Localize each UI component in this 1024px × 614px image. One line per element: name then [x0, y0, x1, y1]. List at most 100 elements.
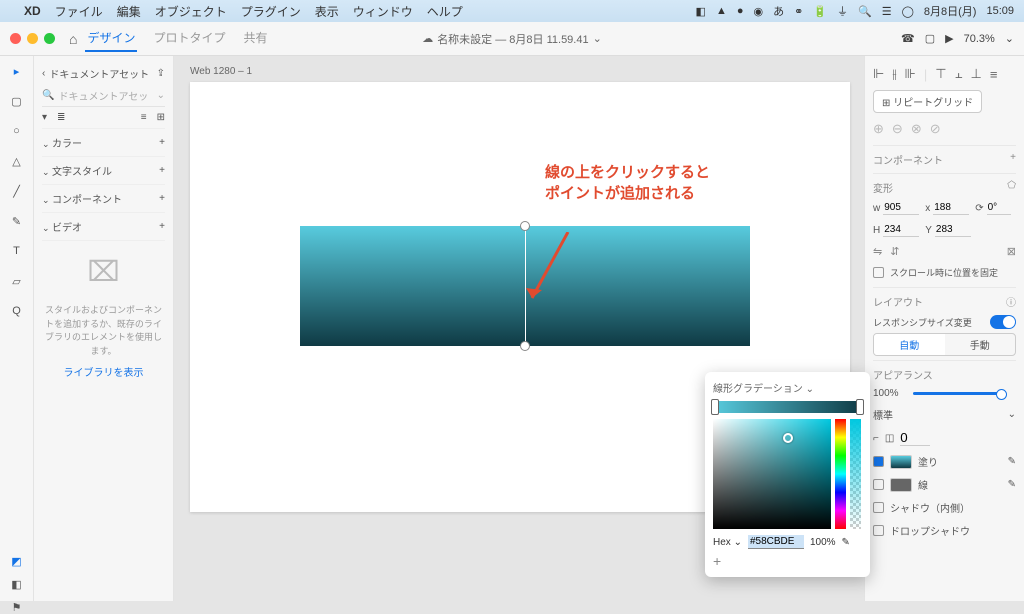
align-center-h-icon[interactable]: ⫲	[892, 66, 896, 82]
device-phone-icon[interactable]: ☎	[901, 32, 915, 45]
fill-swatch[interactable]	[890, 455, 912, 469]
add-component-icon[interactable]: +	[1010, 152, 1016, 167]
status-icon[interactable]: ●	[737, 5, 744, 17]
menu-file[interactable]: ファイル	[55, 3, 103, 20]
gradient-stop-bottom[interactable]	[520, 341, 530, 351]
align-left-icon[interactable]: ⊩	[873, 66, 884, 82]
color-field[interactable]	[713, 419, 831, 529]
tool-artboard[interactable]: ▱	[8, 272, 26, 290]
bluetooth-icon[interactable]: ⚭	[794, 5, 803, 18]
tool-polygon[interactable]: △	[8, 152, 26, 170]
menu-plugin[interactable]: プラグイン	[241, 3, 301, 20]
tab-design[interactable]: デザイン	[85, 25, 137, 52]
control-center-icon[interactable]: ☰	[882, 5, 892, 18]
tool-line[interactable]: ╱	[8, 182, 26, 200]
align-right-icon[interactable]: ⊪	[905, 66, 916, 82]
wifi-icon[interactable]: ⏚	[837, 3, 848, 19]
y-field[interactable]: Y	[925, 223, 971, 237]
section-colors[interactable]: カラー+	[42, 129, 165, 157]
add-swatch-button[interactable]: +	[713, 553, 862, 569]
inner-shadow-checkbox[interactable]	[873, 502, 884, 513]
section-charstyles[interactable]: 文字スタイル+	[42, 157, 165, 185]
color-mode-select[interactable]: Hex ⌄	[713, 537, 742, 548]
scroll-fix-checkbox[interactable]	[873, 267, 884, 278]
eyedropper-icon[interactable]: ✎	[842, 537, 850, 548]
blend-mode[interactable]: 標準	[873, 407, 1002, 422]
status-icon[interactable]: ▲	[716, 5, 727, 17]
boolean-exclude-icon[interactable]: ⊘	[930, 121, 941, 137]
width-field[interactable]: w	[873, 201, 919, 215]
layers-icon[interactable]: ◧	[8, 578, 26, 591]
document-title[interactable]: 名称未設定 — 8月8日 11.59.41	[437, 31, 588, 47]
show-libraries-link[interactable]: ライブラリを表示	[42, 364, 165, 379]
alpha-value[interactable]: 100%	[810, 537, 836, 548]
menu-window[interactable]: ウィンドウ	[353, 3, 413, 20]
repeat-grid-button[interactable]: ⊞ リピートグリッド	[873, 90, 982, 113]
align-top-icon[interactable]: ⊤	[935, 66, 946, 82]
menu-object[interactable]: オブジェクト	[155, 3, 227, 20]
alpha-slider[interactable]	[850, 419, 861, 529]
menu-edit[interactable]: 編集	[117, 3, 141, 20]
sort-icon[interactable]: ≣	[57, 112, 65, 123]
transform-3d-icon[interactable]: ⬠	[1007, 180, 1016, 195]
list-view-icon[interactable]: ≡	[141, 112, 147, 123]
gradient-stops-bar[interactable]	[713, 401, 862, 413]
play-icon[interactable]: ▶	[945, 32, 953, 45]
opacity-value[interactable]: 100%	[873, 388, 907, 399]
tool-ellipse[interactable]: ○	[8, 122, 26, 140]
status-icon[interactable]: ◧	[696, 5, 706, 18]
fill-checkbox[interactable]	[873, 456, 884, 467]
app-name[interactable]: XD	[24, 4, 41, 18]
assets-search[interactable]: ドキュメントアセッ	[58, 88, 152, 103]
x-field[interactable]: x	[925, 201, 969, 215]
filter-icon[interactable]: ▾	[42, 112, 47, 123]
tool-select[interactable]: ▸	[8, 62, 26, 80]
siri-icon[interactable]: ◯	[902, 5, 914, 18]
back-icon[interactable]: ‹	[42, 68, 45, 79]
battery-icon[interactable]: 🔋	[813, 5, 827, 18]
corner-radius-field[interactable]	[900, 430, 930, 446]
eyedropper-icon[interactable]: ✎	[1008, 456, 1016, 467]
boolean-subtract-icon[interactable]: ⊖	[892, 121, 903, 137]
window-controls[interactable]	[10, 33, 55, 44]
gradient-stop[interactable]	[711, 399, 719, 415]
chevron-down-icon[interactable]: ⌄	[1005, 32, 1014, 45]
tool-text[interactable]: T	[8, 242, 26, 260]
stroke-checkbox[interactable]	[873, 479, 884, 490]
distribute-icon[interactable]: ≡	[990, 67, 998, 82]
chevron-down-icon[interactable]: ⌄	[593, 32, 602, 45]
eyedropper-icon[interactable]: ✎	[1008, 479, 1016, 490]
align-bottom-icon[interactable]: ⊥	[970, 66, 981, 82]
lock-aspect-icon[interactable]: ⊠	[1007, 245, 1016, 258]
artboard-name[interactable]: Web 1280 – 1	[190, 66, 252, 77]
menubar-date[interactable]: 8月8日(月)	[924, 3, 977, 19]
menu-view[interactable]: 表示	[315, 3, 339, 20]
boolean-intersect-icon[interactable]: ⊗	[911, 121, 922, 137]
corner-mode-icon[interactable]: ◫	[885, 433, 894, 444]
tab-prototype[interactable]: プロトタイプ	[151, 25, 227, 52]
opacity-slider[interactable]	[913, 392, 1003, 395]
responsive-mode-segment[interactable]: 自動手動	[873, 333, 1016, 356]
status-icon[interactable]: ◉	[753, 5, 763, 18]
rotation-field[interactable]: ⟳	[975, 201, 1010, 215]
hue-slider[interactable]	[835, 419, 846, 529]
section-video[interactable]: ビデオ+	[42, 213, 165, 241]
tool-pen[interactable]: ✎	[8, 212, 26, 230]
gradient-axis[interactable]	[525, 226, 526, 346]
responsive-toggle[interactable]	[990, 315, 1016, 329]
flip-v-icon[interactable]: ⇵	[890, 245, 899, 258]
hex-input[interactable]	[748, 535, 804, 549]
tool-rectangle[interactable]: ▢	[8, 92, 26, 110]
section-components[interactable]: コンポーネント+	[42, 185, 165, 213]
device-desktop-icon[interactable]: ▢	[925, 32, 935, 45]
tab-share[interactable]: 共有	[242, 25, 270, 52]
libraries-icon[interactable]: ◩	[8, 555, 26, 568]
drop-shadow-checkbox[interactable]	[873, 525, 884, 536]
status-icon[interactable]: あ	[773, 3, 784, 19]
zoom-level[interactable]: 70.3%	[964, 33, 995, 45]
gradient-stop-top[interactable]	[520, 221, 530, 231]
gradient-stop[interactable]	[856, 399, 864, 415]
menubar-time[interactable]: 15:09	[986, 5, 1014, 17]
share-icon[interactable]: ⇪	[157, 68, 165, 79]
plugins-icon[interactable]: ⚑	[8, 601, 26, 614]
